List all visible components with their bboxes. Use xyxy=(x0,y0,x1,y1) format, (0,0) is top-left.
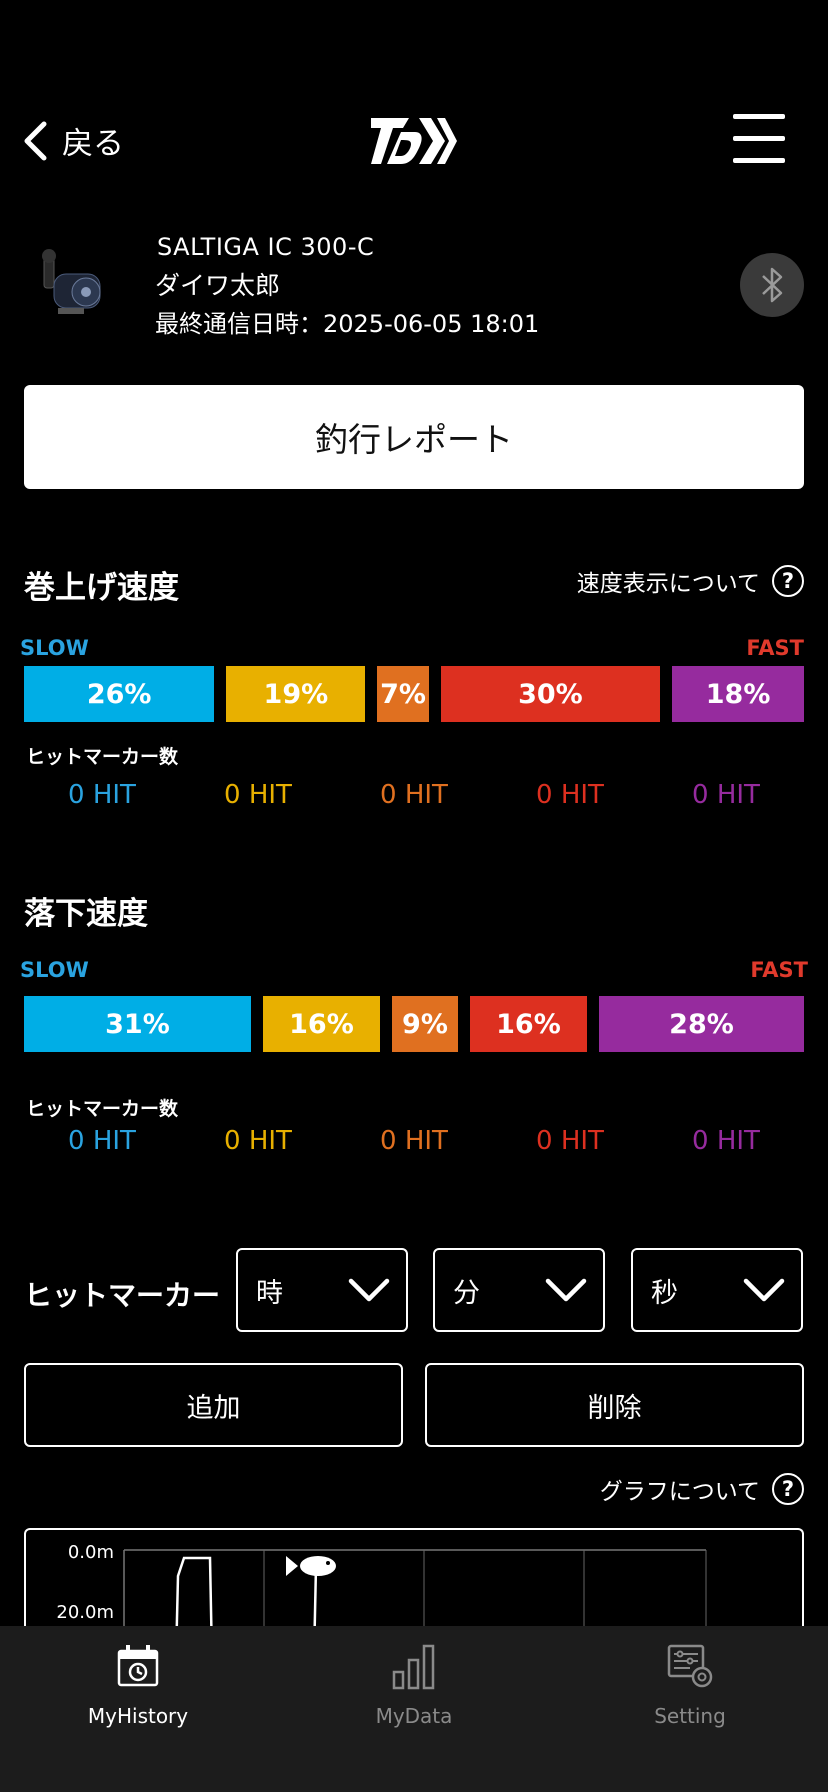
second-select[interactable]: 秒 xyxy=(631,1248,803,1332)
tab-bar: MyHistory MyData Setting xyxy=(0,1626,828,1792)
falling-segment: 16% xyxy=(262,996,381,1052)
device-model: SALTIGA IC 300-C xyxy=(157,233,375,261)
hit-count: 0 HIT xyxy=(68,1126,136,1156)
add-button[interactable]: 追加 xyxy=(24,1363,403,1447)
winding-segment: 7% xyxy=(377,666,429,722)
last-communication: 最終通信日時：2025-06-05 18:01 xyxy=(155,310,540,338)
falling-segment: 28% xyxy=(599,996,804,1052)
graph-help-label: グラフについて xyxy=(599,1479,760,1505)
y-axis-label: 0.0m xyxy=(68,1542,114,1563)
chevron-left-icon xyxy=(24,121,47,160)
hit-count: 0 HIT xyxy=(380,1126,448,1156)
falling-fast-label: FAST xyxy=(750,958,808,982)
hour-select-value: 時 xyxy=(256,1277,283,1309)
hit-count: 0 HIT xyxy=(224,780,292,810)
falling-slow-label: SLOW xyxy=(20,958,89,982)
question-icon: ? xyxy=(772,1473,804,1505)
back-label: 戻る xyxy=(62,126,124,162)
daiwa-logo-icon xyxy=(371,118,457,164)
reel-image xyxy=(42,249,101,314)
tab-setting[interactable]: Setting xyxy=(552,1626,828,1792)
hit-count: 0 HIT xyxy=(224,1126,292,1156)
hit-count: 0 HIT xyxy=(692,1126,760,1156)
winding-fast-label: FAST xyxy=(746,636,804,660)
bar-chart-icon xyxy=(392,1644,435,1690)
winding-hit-counts: 0 HIT 0 HIT 0 HIT 0 HIT 0 HIT xyxy=(24,780,804,810)
winding-speed-bar: 26% 19% 7% 30% 18% xyxy=(24,666,804,722)
minute-select[interactable]: 分 xyxy=(433,1248,605,1332)
falling-hit-counts: 0 HIT 0 HIT 0 HIT 0 HIT 0 HIT xyxy=(24,1126,804,1156)
falling-speed-title: 落下速度 xyxy=(24,896,148,932)
winding-hit-count-label: ヒットマーカー数 xyxy=(26,746,179,768)
fishing-report-button[interactable]: 釣行レポート xyxy=(24,385,804,489)
device-owner: ダイワ太郎 xyxy=(155,271,281,300)
winding-segment: 26% xyxy=(24,666,215,722)
hit-count: 0 HIT xyxy=(68,780,136,810)
fish-icon xyxy=(286,1556,336,1576)
back-button[interactable]: 戻る xyxy=(22,118,124,163)
tab-myhistory-label: MyHistory xyxy=(87,1704,189,1728)
tab-mydata-label: MyData xyxy=(375,1704,453,1728)
winding-segment: 18% xyxy=(672,666,804,722)
winding-speed-title: 巻上げ速度 xyxy=(24,570,179,606)
falling-segment: 16% xyxy=(469,996,587,1052)
question-icon: ? xyxy=(772,565,804,597)
tab-setting-label: Setting xyxy=(654,1704,726,1728)
graph-help-link[interactable]: グラフについて ? xyxy=(600,1472,804,1506)
falling-hit-count-label: ヒットマーカー数 xyxy=(26,1098,179,1120)
speed-help-link[interactable]: 速度表示について ? xyxy=(577,564,804,598)
hit-marker-title: ヒットマーカー xyxy=(24,1279,221,1312)
hit-count: 0 HIT xyxy=(692,780,760,810)
hour-select[interactable]: 時 xyxy=(236,1248,408,1332)
speed-help-label: 速度表示について xyxy=(576,571,760,597)
bluetooth-button[interactable] xyxy=(740,253,804,317)
winding-segment: 30% xyxy=(440,666,661,722)
winding-segment: 19% xyxy=(226,666,366,722)
hit-count: 0 HIT xyxy=(536,1126,604,1156)
chevron-down-icon xyxy=(743,1278,785,1302)
chevron-down-icon xyxy=(545,1278,587,1302)
falling-segment: 31% xyxy=(24,996,251,1052)
y-axis-label: 20.0m xyxy=(56,1602,114,1623)
menu-icon[interactable] xyxy=(733,114,785,164)
winding-slow-label: SLOW xyxy=(20,636,89,660)
bluetooth-icon xyxy=(762,267,783,303)
settings-icon xyxy=(667,1644,713,1688)
falling-segment: 9% xyxy=(392,996,458,1052)
tab-myhistory[interactable]: MyHistory xyxy=(0,1626,276,1792)
hit-count: 0 HIT xyxy=(380,780,448,810)
calendar-history-icon xyxy=(117,1645,159,1687)
delete-button[interactable]: 削除 xyxy=(425,1363,804,1447)
chevron-down-icon xyxy=(348,1278,390,1302)
second-select-value: 秒 xyxy=(651,1277,678,1309)
hit-count: 0 HIT xyxy=(536,780,604,810)
falling-speed-bar: 31% 16% 9% 16% 28% xyxy=(24,996,804,1052)
minute-select-value: 分 xyxy=(453,1277,480,1309)
tab-mydata[interactable]: MyData xyxy=(276,1626,552,1792)
